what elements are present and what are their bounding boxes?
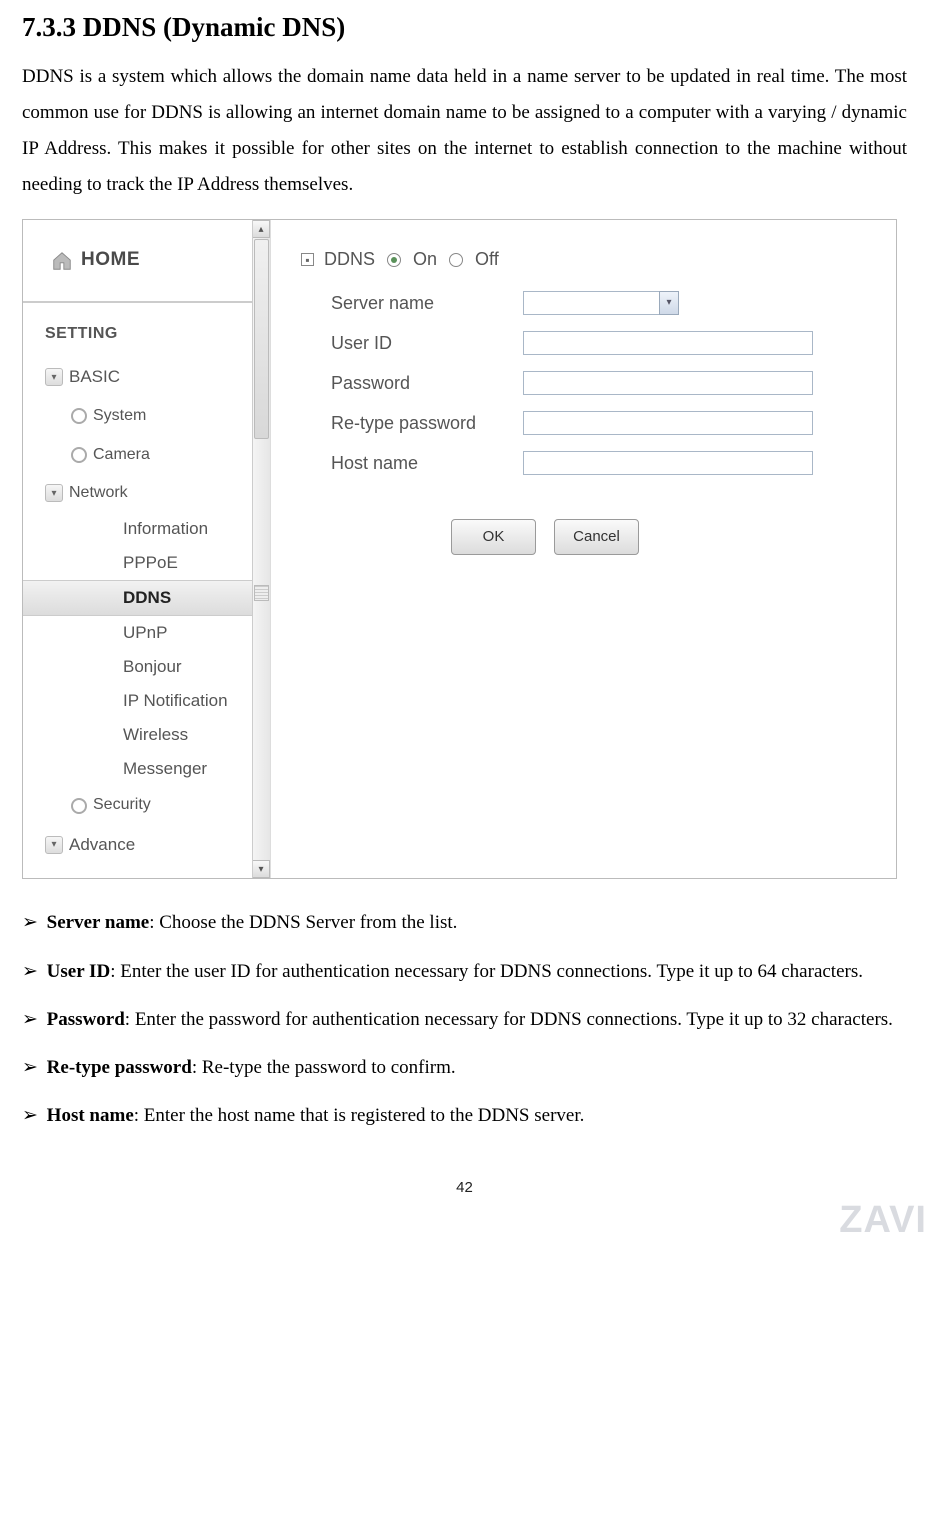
page-number: 42 [22,1174,907,1203]
nav-list: ▾ BASIC System Camera ▾ Network Informat… [23,357,252,865]
section-heading: 7.3.3 DDNS (Dynamic DNS) [22,10,907,45]
content-pane: ▪ DDNS On Off Server name ▾ User ID Pass… [271,220,896,878]
desc-term: Server name [47,912,150,933]
nav-sub-wireless[interactable]: Wireless [23,718,252,752]
intro-paragraph: DDNS is a system which allows the domain… [22,59,907,203]
panel-title: DDNS [324,242,375,276]
scroll-up-icon[interactable]: ▴ [253,220,270,238]
brand-watermark: ZAVI [839,1184,927,1256]
desc-term: Re-type password [47,1057,192,1078]
button-row: OK Cancel [451,519,886,556]
scroll-thumb[interactable] [254,239,269,439]
desc-host-name: ➢ Host name: Enter the host name that is… [22,1098,907,1134]
ddns-toggle-row: ▪ DDNS On Off [301,242,886,276]
desc-body: : Re-type the password to confirm. [192,1057,456,1078]
label-password: Password [331,366,511,400]
collapse-icon[interactable]: ▪ [301,253,314,266]
nav-sub-bonjour[interactable]: Bonjour [23,650,252,684]
chevron-down-icon: ▾ [45,836,63,854]
desc-body: : Enter the host name that is registered… [134,1105,585,1126]
row-password: Password [331,369,886,397]
nav-system[interactable]: System [23,397,252,435]
sidebar: HOME SETTING ▾ BASIC System Camera ▾ Net… [23,220,271,878]
nav-network[interactable]: ▾ Network [23,474,252,512]
home-icon [51,250,73,272]
nav-advance[interactable]: ▾ Advance [23,825,252,865]
retype-password-input[interactable] [523,411,813,435]
nav-sub-information[interactable]: Information [23,512,252,546]
bullet-icon: ➢ [22,1105,38,1126]
label-user-id: User ID [331,326,511,360]
host-name-input[interactable] [523,451,813,475]
node-icon [71,408,87,424]
row-server-name: Server name ▾ [331,289,886,317]
sidebar-scrollbar[interactable]: ▴ ▾ [252,220,270,878]
home-row[interactable]: HOME [23,220,252,302]
nav-label: Advance [69,829,135,861]
nav-basic[interactable]: ▾ BASIC [23,357,252,397]
embedded-screenshot: HOME SETTING ▾ BASIC System Camera ▾ Net… [22,219,897,879]
radio-off-label: Off [475,242,499,276]
setting-header: SETTING [23,303,270,357]
desc-retype: ➢ Re-type password: Re-type the password… [22,1050,907,1086]
nav-label: Camera [93,440,150,470]
chevron-down-icon: ▾ [45,368,63,386]
radio-on[interactable] [387,253,401,267]
nav-sub-upnp[interactable]: UPnP [23,616,252,650]
chevron-down-icon: ▾ [45,484,63,502]
bullet-icon: ➢ [22,1009,38,1030]
desc-server-name: ➢ Server name: Choose the DDNS Server fr… [22,905,907,941]
label-host-name: Host name [331,446,511,480]
nav-label: System [93,401,146,431]
desc-term: Host name [47,1105,134,1126]
row-user-id: User ID [331,329,886,357]
desc-term: User ID [47,961,111,982]
desc-body: : Enter the user ID for authentication n… [110,961,863,982]
nav-sub-messenger[interactable]: Messenger [23,752,252,786]
nav-label: BASIC [69,361,120,393]
row-host-name: Host name [331,449,886,477]
node-icon [71,798,87,814]
radio-on-label: On [413,242,437,276]
ok-button[interactable]: OK [451,519,536,556]
home-label: HOME [81,242,140,278]
bullet-icon: ➢ [22,912,38,933]
server-name-select[interactable]: ▾ [523,291,679,315]
nav-camera[interactable]: Camera [23,436,252,474]
scroll-down-icon[interactable]: ▾ [253,860,270,878]
chevron-down-icon[interactable]: ▾ [659,291,679,315]
form-rows: Server name ▾ User ID Password Re-type p… [301,289,886,477]
radio-off[interactable] [449,253,463,267]
desc-body: : Enter the password for authentication … [125,1009,893,1030]
label-server-name: Server name [331,286,511,320]
server-name-input[interactable] [523,291,659,315]
nav-label: Security [93,790,151,820]
user-id-input[interactable] [523,331,813,355]
row-retype-password: Re-type password [331,409,886,437]
nav-security[interactable]: Security [23,786,252,824]
password-input[interactable] [523,371,813,395]
nav-label: Network [69,478,128,508]
bullet-icon: ➢ [22,1057,38,1078]
desc-body: : Choose the DDNS Server from the list. [149,912,457,933]
nav-sub-ipnotification[interactable]: IP Notification [23,684,252,718]
desc-password: ➢ Password: Enter the password for authe… [22,1002,907,1038]
nav-sub-ddns[interactable]: DDNS [23,580,252,616]
node-icon [71,447,87,463]
desc-term: Password [47,1009,125,1030]
nav-sub-pppoe[interactable]: PPPoE [23,546,252,580]
scroll-grip-icon [254,585,269,601]
desc-user-id: ➢ User ID: Enter the user ID for authent… [22,954,907,990]
label-retype-password: Re-type password [331,406,511,440]
description-list: ➢ Server name: Choose the DDNS Server fr… [22,905,907,1133]
cancel-button[interactable]: Cancel [554,519,639,556]
bullet-icon: ➢ [22,961,38,982]
